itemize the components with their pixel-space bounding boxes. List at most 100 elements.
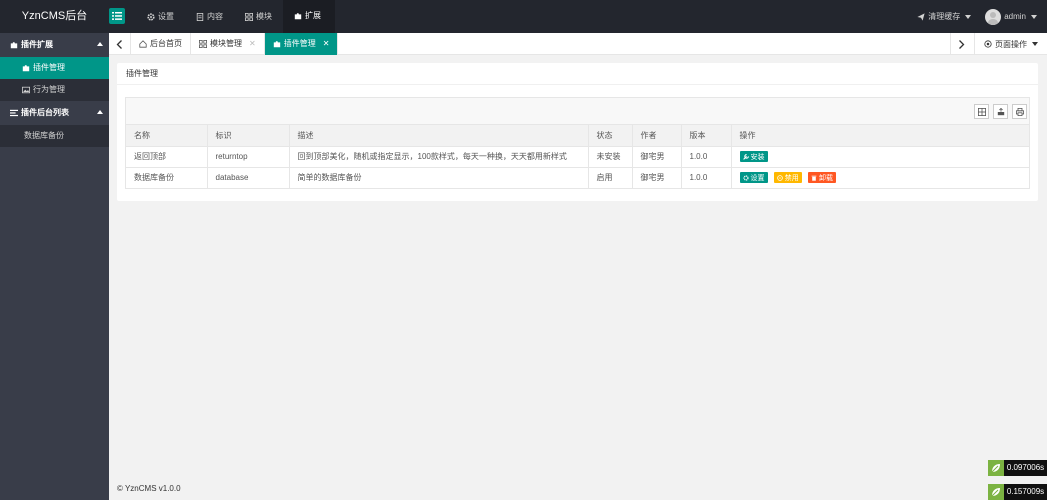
chevron-down-icon (965, 14, 972, 19)
target-icon (984, 40, 992, 48)
top-nav: 设置 内容 模块 扩展 (136, 0, 335, 33)
gear-icon (147, 12, 155, 21)
sidebar-item-database-backup[interactable]: 数据库备份 (0, 125, 109, 147)
table-header-row: 名称 标识 描述 状态 作者 版本 操作 (126, 125, 1029, 147)
clear-cache-menu[interactable]: 清理缓存 (917, 11, 972, 22)
plugin-table: 名称 标识 描述 状态 作者 版本 操作 返回顶部 returntop 回到顶部… (126, 125, 1029, 188)
uninstall-label: 卸载 (818, 174, 833, 182)
header-right: 清理缓存 admin (917, 0, 1037, 33)
sidebar-group-plugin-backend-list[interactable]: 插件后台列表 (0, 101, 109, 125)
debug-time: 0.157009s (1004, 484, 1047, 500)
top-nav-modules[interactable]: 模块 (234, 0, 283, 33)
column-header-version[interactable]: 版本 (681, 125, 732, 147)
table-row: 数据库备份 database 简单的数据库备份 启用 御宅男 1.0.0 设置 … (126, 167, 1029, 188)
cell-author: 御宅男 (632, 167, 682, 188)
grid-icon (245, 12, 253, 21)
chevron-down-icon (1032, 42, 1038, 46)
gear-icon (742, 175, 749, 181)
tab-label: 模块管理 (210, 39, 242, 48)
cell-version: 1.0.0 (681, 146, 732, 168)
export-icon (997, 107, 1004, 115)
avatar (985, 8, 1002, 25)
chevron-right-icon (959, 39, 965, 49)
plugin-management-card: 插件管理 名称 标识 描述 状态 作者 版本 操作 返回顶部 returntop… (117, 63, 1038, 201)
cell-description: 简单的数据库备份 (289, 167, 589, 188)
chevron-up-icon (97, 110, 103, 114)
sidebar-toggle-button[interactable] (109, 8, 125, 24)
column-header-status[interactable]: 状态 (588, 125, 633, 147)
sidebar-item-plugin-management[interactable]: 插件管理 (0, 57, 109, 79)
cell-id: returntop (207, 146, 290, 168)
chevron-left-icon (116, 39, 122, 49)
tab-scroll-left-button[interactable] (109, 33, 131, 55)
page-footer: © YznCMS v1.0.0 (109, 477, 1047, 500)
install-button[interactable]: 安装 (739, 151, 768, 162)
cell-actions: 安装 (731, 146, 1029, 168)
leaf-icon (988, 460, 1004, 476)
column-header-author[interactable]: 作者 (632, 125, 682, 147)
top-header: YznCMS后台 设置 内容 模块 扩展 清理缓存 admin (0, 0, 1047, 33)
trash-icon (811, 175, 817, 181)
install-label: 安装 (750, 153, 765, 161)
close-icon[interactable]: ✕ (249, 33, 256, 55)
top-nav-content[interactable]: 内容 (185, 0, 234, 33)
cell-description: 回到顶部美化，随机或指定显示，100款样式，每天一种换，天天都用新样式 (289, 146, 589, 168)
column-header-actions[interactable]: 操作 (731, 125, 1029, 147)
column-filter-button[interactable] (974, 104, 989, 119)
debug-trace-badge[interactable]: 0.157009s (988, 484, 1047, 500)
card-title: 插件管理 (117, 63, 1038, 85)
uninstall-button[interactable]: 卸载 (807, 172, 836, 184)
tab-label: 插件管理 (283, 39, 316, 48)
tab-label: 后台首页 (150, 39, 182, 48)
leaf-icon (988, 484, 1004, 500)
cell-actions: 设置 禁用 卸载 (731, 167, 1029, 188)
settings-button[interactable]: 设置 (739, 172, 768, 184)
cell-author: 御宅男 (632, 146, 682, 168)
sidebar-group-plugin-extensions[interactable]: 插件扩展 (0, 33, 109, 57)
debug-trace-badge[interactable]: 0.097006s (988, 460, 1047, 476)
app-logo[interactable]: YznCMS后台 (0, 0, 109, 33)
column-header-name[interactable]: 名称 (126, 125, 208, 147)
sidebar-item-behavior-management[interactable]: 行为管理 (0, 79, 109, 101)
export-button[interactable] (993, 104, 1008, 119)
top-nav-label: 模块 (256, 12, 272, 21)
disable-label: 禁用 (784, 174, 799, 182)
user-menu[interactable]: admin (985, 8, 1037, 25)
sidebar-group-label: 插件扩展 (21, 40, 53, 49)
cell-id: database (207, 167, 290, 188)
cell-name: 返回顶部 (126, 146, 208, 168)
clear-cache-label: 清理缓存 (928, 12, 961, 21)
top-nav-label: 扩展 (305, 11, 321, 20)
sidebar-group-label: 插件后台列表 (21, 108, 69, 117)
tab-scroll-right-button[interactable] (950, 33, 972, 55)
puzzle-icon (294, 12, 302, 19)
plugin-table-container: 名称 标识 描述 状态 作者 版本 操作 返回顶部 returntop 回到顶部… (125, 97, 1030, 189)
chevron-up-icon (97, 42, 103, 46)
top-nav-extensions[interactable]: 扩展 (283, 0, 335, 33)
list-icon (10, 109, 18, 117)
grid-icon (199, 40, 207, 48)
debug-time: 0.097006s (1004, 460, 1047, 476)
cell-status: 启用 (588, 167, 633, 188)
page-operations-menu[interactable]: 页面操作 (974, 33, 1047, 55)
column-header-id[interactable]: 标识 (207, 125, 290, 147)
column-header-description[interactable]: 描述 (289, 125, 589, 147)
menu-icon (112, 12, 122, 20)
image-icon (22, 86, 30, 94)
cell-version: 1.0.0 (681, 167, 732, 188)
sidebar: 插件扩展 插件管理 行为管理 插件后台列表 数据库备份 (0, 33, 109, 500)
print-button[interactable] (1012, 104, 1027, 119)
tabs: 后台首页 模块管理 ✕ 插件管理 ✕ (131, 33, 339, 55)
top-nav-settings[interactable]: 设置 (136, 0, 185, 33)
tab-dashboard[interactable]: 后台首页 (131, 33, 191, 55)
table-toolbar (126, 98, 1029, 125)
wrench-icon (742, 153, 749, 160)
document-icon (196, 12, 204, 21)
disable-button[interactable]: 禁用 (773, 172, 802, 184)
tab-module-management[interactable]: 模块管理 ✕ (191, 33, 265, 55)
sidebar-item-label: 行为管理 (33, 85, 65, 94)
close-icon[interactable]: ✕ (323, 33, 330, 55)
tab-plugin-management[interactable]: 插件管理 ✕ (264, 33, 339, 55)
user-name: admin (1004, 12, 1026, 21)
settings-label: 设置 (750, 174, 765, 182)
